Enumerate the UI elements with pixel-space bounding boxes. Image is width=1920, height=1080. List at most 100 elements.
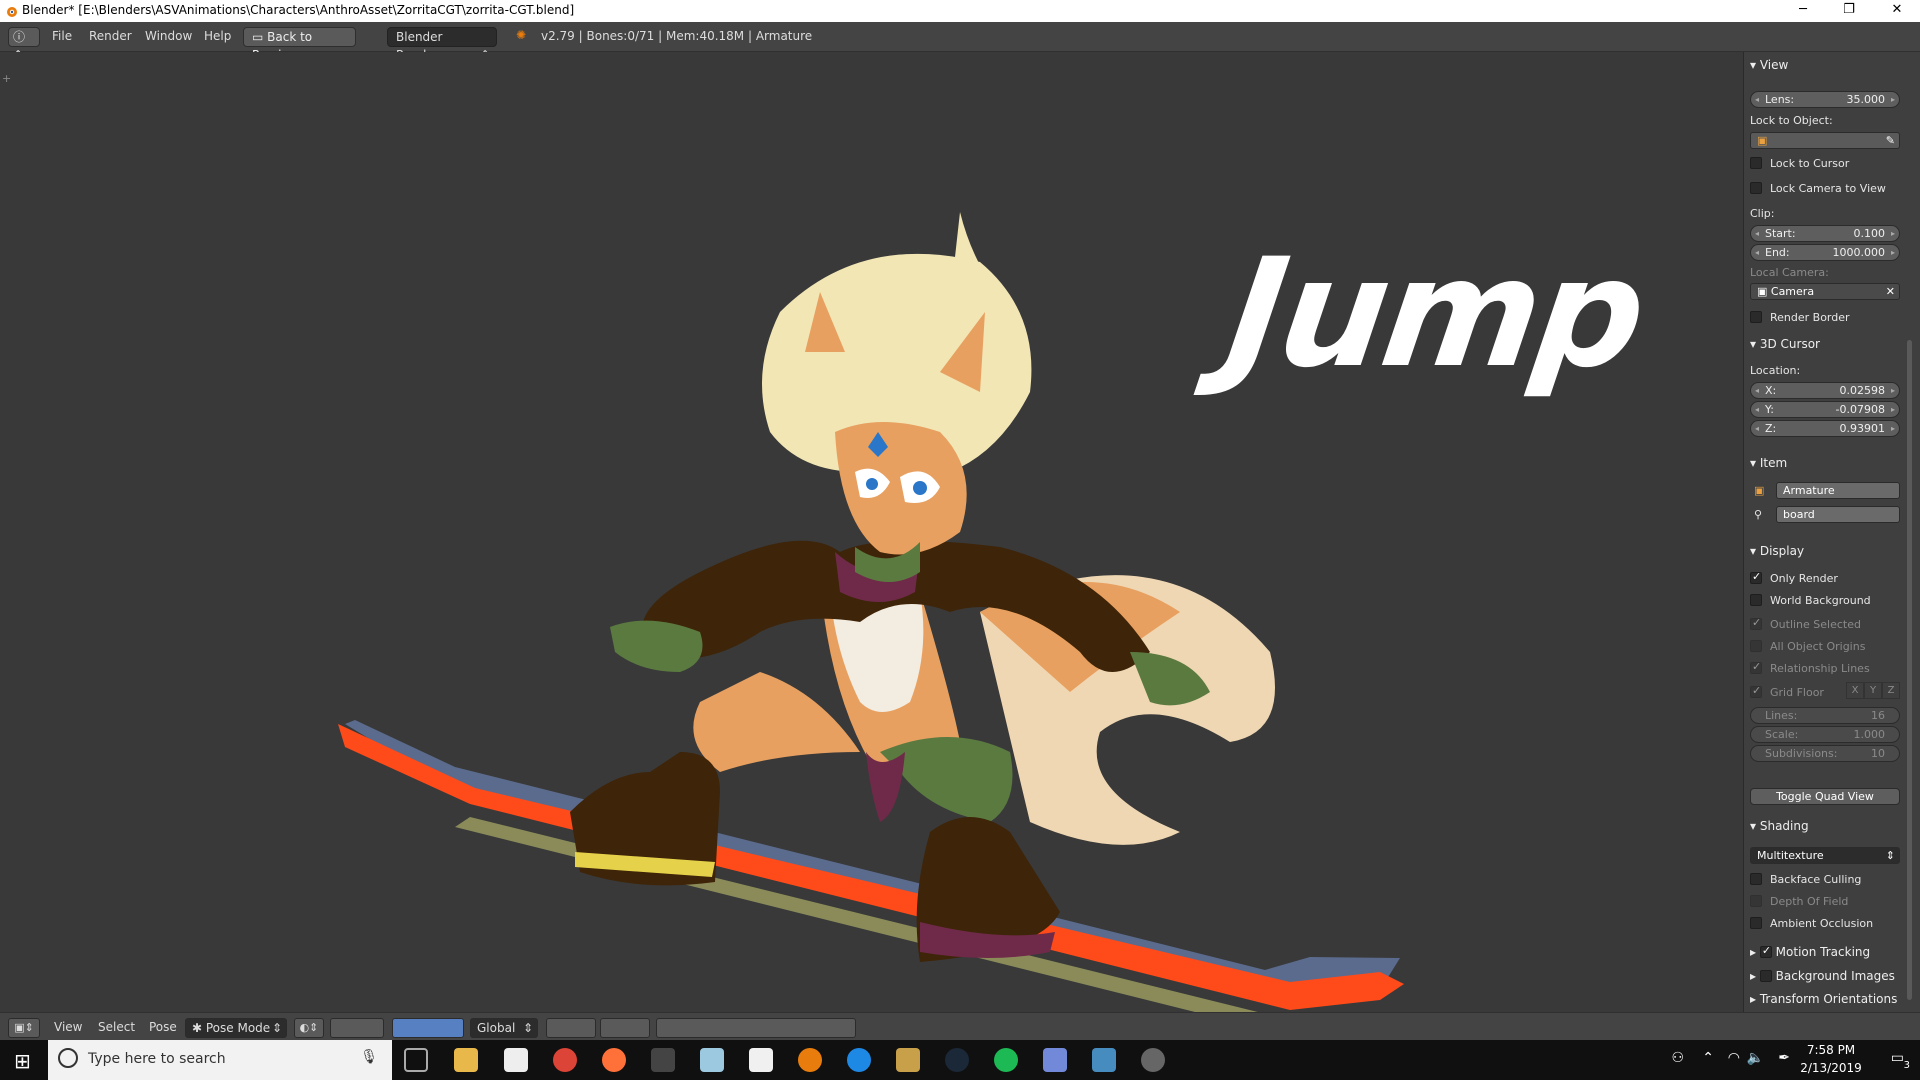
windows-start-icon[interactable]: ⊞	[14, 1049, 31, 1073]
eyedropper-icon[interactable]: ✎	[1886, 133, 1895, 148]
panel-display-header[interactable]: ▾ Display	[1750, 544, 1908, 558]
cursor-x-field[interactable]: ◂ X: 0.02598 ▸	[1750, 382, 1900, 399]
face	[835, 422, 967, 555]
task-view-icon[interactable]	[404, 1048, 428, 1072]
all-origins-label: All Object Origins	[1770, 640, 1866, 653]
left-leg	[693, 672, 860, 772]
world-background-checkbox[interactable]	[1750, 594, 1762, 606]
taskbar-search[interactable]: Type here to search 🎙	[48, 1040, 392, 1080]
window-title: Blender* [E:\Blenders\ASVAnimations\Char…	[22, 3, 575, 17]
people-icon[interactable]: ⚇	[1671, 1050, 1684, 1066]
lock-cursor-checkbox[interactable]	[1750, 157, 1762, 169]
panel-shading-header[interactable]: ▾ Shading	[1750, 819, 1908, 833]
3d-view-header: ▣⇕ View Select Pose ✱ Pose Mode ⇕ ◐⇕ Glob…	[0, 1012, 1920, 1040]
panel-transform-orientations-header[interactable]: ▸ Transform Orientations	[1750, 992, 1908, 1006]
close-button[interactable]: ✕	[1874, 0, 1920, 22]
firefox-icon[interactable]	[602, 1048, 626, 1072]
lens-field[interactable]: ◂ Lens: 35.000 ▸	[1750, 91, 1900, 108]
backface-culling-checkbox[interactable]	[1750, 873, 1762, 885]
clock-date[interactable]: 2/13/2019	[1796, 1061, 1866, 1075]
motion-tracking-checkbox[interactable]	[1759, 944, 1772, 958]
local-camera-field: ▣ Camera ✕	[1750, 283, 1900, 300]
background-images-checkbox[interactable]	[1759, 970, 1772, 982]
back-to-previous-button[interactable]: ▭ Back to Previous	[243, 27, 356, 62]
godot-icon[interactable]	[1092, 1048, 1116, 1072]
clip-start-field[interactable]: ◂ Start: 0.100 ▸	[1750, 225, 1900, 242]
bone-icon: ⚲	[1754, 508, 1763, 521]
grid-axis-y-toggle: Y	[1864, 682, 1882, 699]
file-explorer-icon[interactable]	[454, 1048, 478, 1072]
ambient-occlusion-checkbox[interactable]	[1750, 917, 1762, 929]
grid-axis-z-toggle: Z	[1882, 682, 1900, 699]
app-icon-paper[interactable]	[700, 1048, 724, 1072]
ambient-occlusion-label: Ambient Occlusion	[1770, 917, 1874, 930]
menu-select[interactable]: Select	[98, 1020, 135, 1034]
interaction-mode-select[interactable]: ✱ Pose Mode ⇕	[185, 1018, 287, 1038]
render-border-checkbox[interactable]	[1750, 311, 1762, 323]
editor-type-info-icon[interactable]: ⓘ ⇕	[8, 27, 40, 62]
lock-object-field[interactable]: ▣ ✎	[1750, 132, 1900, 149]
app-icon-w[interactable]	[847, 1048, 871, 1072]
lock-camera-label: Lock Camera to View	[1770, 182, 1886, 195]
layer-buttons-2[interactable]	[600, 1018, 650, 1038]
cursor-z-field[interactable]: ◂ Z: 0.93901 ▸	[1750, 420, 1900, 437]
calculator-icon[interactable]	[749, 1048, 773, 1072]
menu-render[interactable]: Render	[89, 29, 132, 43]
panel-motion-tracking-header[interactable]: ▸ Motion Tracking	[1750, 944, 1908, 959]
discord-icon[interactable]	[1043, 1048, 1067, 1072]
panel-3d-cursor-header[interactable]: ▾ 3D Cursor	[1750, 337, 1908, 351]
volume-icon[interactable]: 🔈	[1747, 1050, 1764, 1066]
bone-name-field[interactable]: board	[1776, 506, 1900, 523]
lock-camera-checkbox[interactable]	[1750, 182, 1762, 194]
notification-icon[interactable]: ▭	[1891, 1050, 1904, 1066]
steam-icon[interactable]	[945, 1048, 969, 1072]
pen-icon[interactable]: ✒	[1778, 1050, 1790, 1066]
network-icon[interactable]: ◠	[1728, 1050, 1740, 1066]
transform-orientation-select[interactable]: Global ⇕	[470, 1018, 538, 1038]
blender-taskbar-icon[interactable]	[798, 1048, 822, 1072]
app-icon-ship[interactable]	[651, 1048, 675, 1072]
cursor-y-field[interactable]: ◂ Y: -0.07908 ▸	[1750, 401, 1900, 418]
menu-help[interactable]: Help	[204, 29, 231, 43]
panel-background-images-header[interactable]: ▸ Background Images	[1750, 968, 1908, 983]
left-iris	[866, 478, 878, 490]
viewport-shading-select[interactable]: ◐⇕	[294, 1018, 324, 1038]
panel-item-header[interactable]: ▾ Item	[1750, 456, 1908, 470]
chrome-icon[interactable]	[553, 1048, 577, 1072]
pose-tools-buttons[interactable]	[656, 1018, 856, 1038]
clip-end-field[interactable]: ◂ End: 1000.000 ▸	[1750, 244, 1900, 261]
object-cube-icon: ▣	[1757, 134, 1768, 147]
lock-object-label: Lock to Object:	[1750, 114, 1833, 127]
grid-subdivisions-field: Subdivisions: 10	[1750, 745, 1900, 762]
layer-buttons-1[interactable]	[546, 1018, 596, 1038]
local-camera-label: Local Camera:	[1750, 266, 1829, 279]
menu-window[interactable]: Window	[145, 29, 192, 43]
menu-file[interactable]: File	[52, 29, 72, 43]
right-iris	[913, 481, 927, 495]
panel-view-header[interactable]: ▾ View	[1750, 58, 1908, 72]
mail-icon[interactable]	[504, 1048, 528, 1072]
app-icon-tool[interactable]	[896, 1048, 920, 1072]
editor-type-3dview-icon[interactable]: ▣⇕	[8, 1018, 40, 1038]
manipulator-buttons[interactable]	[392, 1018, 464, 1038]
microphone-icon[interactable]: 🎙	[360, 1049, 378, 1065]
only-render-checkbox[interactable]	[1750, 570, 1762, 584]
pose-mode-icon: ✱	[192, 1021, 206, 1035]
toggle-quad-view-button[interactable]: Toggle Quad View	[1750, 788, 1900, 805]
menu-pose[interactable]: Pose	[149, 1020, 177, 1034]
render-engine-select[interactable]: Blender Render⇕	[387, 27, 497, 62]
sidebar-scrollbar[interactable]	[1907, 340, 1912, 1000]
obs-icon[interactable]	[1141, 1048, 1165, 1072]
3d-viewport[interactable]: + Jump	[0, 52, 1743, 1012]
object-name-field[interactable]: Armature	[1776, 482, 1900, 499]
windows-taskbar: ⊞ Type here to search 🎙 ⚇ ⌃ ◠ 🔈 ✒ 7:58 P…	[0, 1040, 1920, 1080]
minimize-button[interactable]: ─	[1780, 0, 1826, 22]
pivot-and-snap-buttons[interactable]	[330, 1018, 384, 1038]
overlay-title: Jump	[1217, 227, 1653, 401]
clock-time[interactable]: 7:58 PM	[1796, 1043, 1866, 1057]
chevron-up-icon[interactable]: ⌃	[1702, 1050, 1714, 1066]
menu-view[interactable]: View	[54, 1020, 82, 1034]
spotify-icon[interactable]	[994, 1048, 1018, 1072]
shading-mode-select[interactable]: Multitexture ⇕	[1750, 847, 1900, 864]
maximize-button[interactable]: ❐	[1826, 0, 1872, 22]
